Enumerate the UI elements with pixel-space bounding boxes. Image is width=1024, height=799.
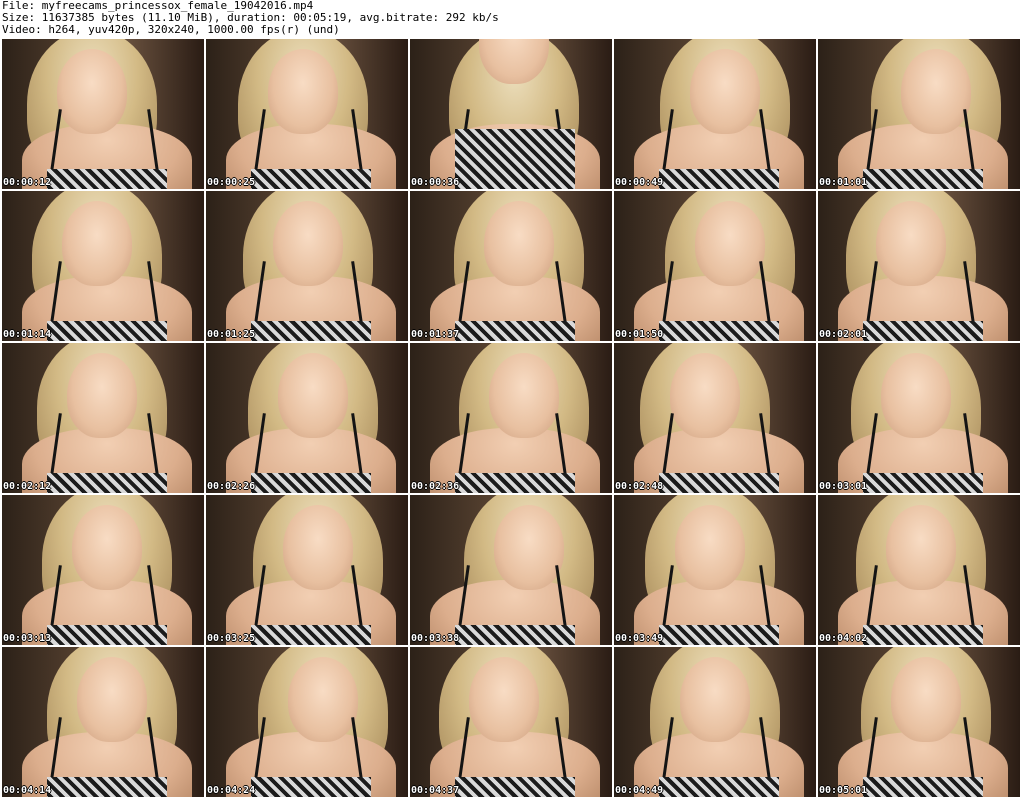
timestamp-label: 00:04:37: [411, 785, 460, 796]
frame-image: [206, 191, 408, 341]
video-thumbnail: 00:01:50: [614, 191, 816, 341]
frame-image: [818, 343, 1020, 493]
timestamp-label: 00:04:14: [3, 785, 52, 796]
timestamp-label: 00:02:01: [819, 329, 868, 340]
frame-image: [818, 191, 1020, 341]
timestamp-label: 00:01:14: [3, 329, 52, 340]
video-thumbnail: 00:01:14: [2, 191, 204, 341]
frame-image: [614, 191, 816, 341]
video-thumbnail: 00:03:13: [2, 495, 204, 645]
video-thumbnail: 00:00:12: [2, 39, 204, 189]
timestamp-label: 00:02:12: [3, 481, 52, 492]
video-thumbnail: 00:03:25: [206, 495, 408, 645]
timestamp-label: 00:04:49: [615, 785, 664, 796]
frame-image: [410, 191, 612, 341]
video-thumbnail: 00:03:38: [410, 495, 612, 645]
video-thumbnail: 00:03:49: [614, 495, 816, 645]
video-info-line: Video: h264, yuv420p, 320x240, 1000.00 f…: [2, 23, 340, 36]
video-thumbnail: 00:05:01: [818, 647, 1020, 797]
frame-image: [614, 39, 816, 189]
frame-image: [410, 495, 612, 645]
timestamp-label: 00:03:25: [207, 633, 256, 644]
video-thumbnail: 00:01:37: [410, 191, 612, 341]
frame-image: [206, 343, 408, 493]
timestamp-label: 00:03:38: [411, 633, 460, 644]
video-thumbnail: 00:04:24: [206, 647, 408, 797]
frame-image: [818, 647, 1020, 797]
frame-image: [206, 495, 408, 645]
video-thumbnail: 00:00:25: [206, 39, 408, 189]
frame-image: [2, 647, 204, 797]
timestamp-label: 00:03:49: [615, 633, 664, 644]
timestamp-label: 00:01:37: [411, 329, 460, 340]
video-thumbnail: 00:01:01: [818, 39, 1020, 189]
timestamp-label: 00:00:36: [411, 177, 460, 188]
timestamp-label: 00:02:26: [207, 481, 256, 492]
video-thumbnail: 00:02:01: [818, 191, 1020, 341]
frame-image: [818, 495, 1020, 645]
frame-image: [614, 647, 816, 797]
frame-image: [206, 39, 408, 189]
timestamp-label: 00:00:12: [3, 177, 52, 188]
timestamp-label: 00:01:25: [207, 329, 256, 340]
timestamp-label: 00:00:49: [615, 177, 664, 188]
timestamp-label: 00:02:48: [615, 481, 664, 492]
video-thumbnail: 00:04:49: [614, 647, 816, 797]
video-thumbnail: 00:02:26: [206, 343, 408, 493]
video-thumbnail: 00:02:36: [410, 343, 612, 493]
video-thumbnail: 00:02:12: [2, 343, 204, 493]
video-thumbnail: 00:02:48: [614, 343, 816, 493]
timestamp-label: 00:04:24: [207, 785, 256, 796]
frame-image: [614, 495, 816, 645]
video-thumbnail: 00:04:14: [2, 647, 204, 797]
frame-image: [410, 647, 612, 797]
video-thumbnail: 00:04:37: [410, 647, 612, 797]
timestamp-label: 00:01:50: [615, 329, 664, 340]
timestamp-label: 00:00:25: [207, 177, 256, 188]
thumbnail-grid: 00:00:12 00:00:25 00:00:36 00:00:49 00:01:01…: [2, 39, 1022, 797]
timestamp-label: 00:03:01: [819, 481, 868, 492]
frame-image: [614, 343, 816, 493]
frame-image: [818, 39, 1020, 189]
video-thumbnail: 00:00:49: [614, 39, 816, 189]
frame-image: [2, 343, 204, 493]
frame-image: [410, 39, 612, 189]
frame-image: [206, 647, 408, 797]
video-thumbnail: 00:04:02: [818, 495, 1020, 645]
timestamp-label: 00:02:36: [411, 481, 460, 492]
frame-image: [410, 343, 612, 493]
file-info-header: File: myfreecams_princessox_female_19042…: [2, 0, 1022, 36]
frame-image: [2, 495, 204, 645]
timestamp-label: 00:04:02: [819, 633, 868, 644]
video-thumbnail: 00:03:01: [818, 343, 1020, 493]
timestamp-label: 00:05:01: [819, 785, 868, 796]
frame-image: [2, 39, 204, 189]
video-thumbnail: 00:00:36: [410, 39, 612, 189]
timestamp-label: 00:03:13: [3, 633, 52, 644]
video-thumbnail: 00:01:25: [206, 191, 408, 341]
timestamp-label: 00:01:01: [819, 177, 868, 188]
frame-image: [2, 191, 204, 341]
